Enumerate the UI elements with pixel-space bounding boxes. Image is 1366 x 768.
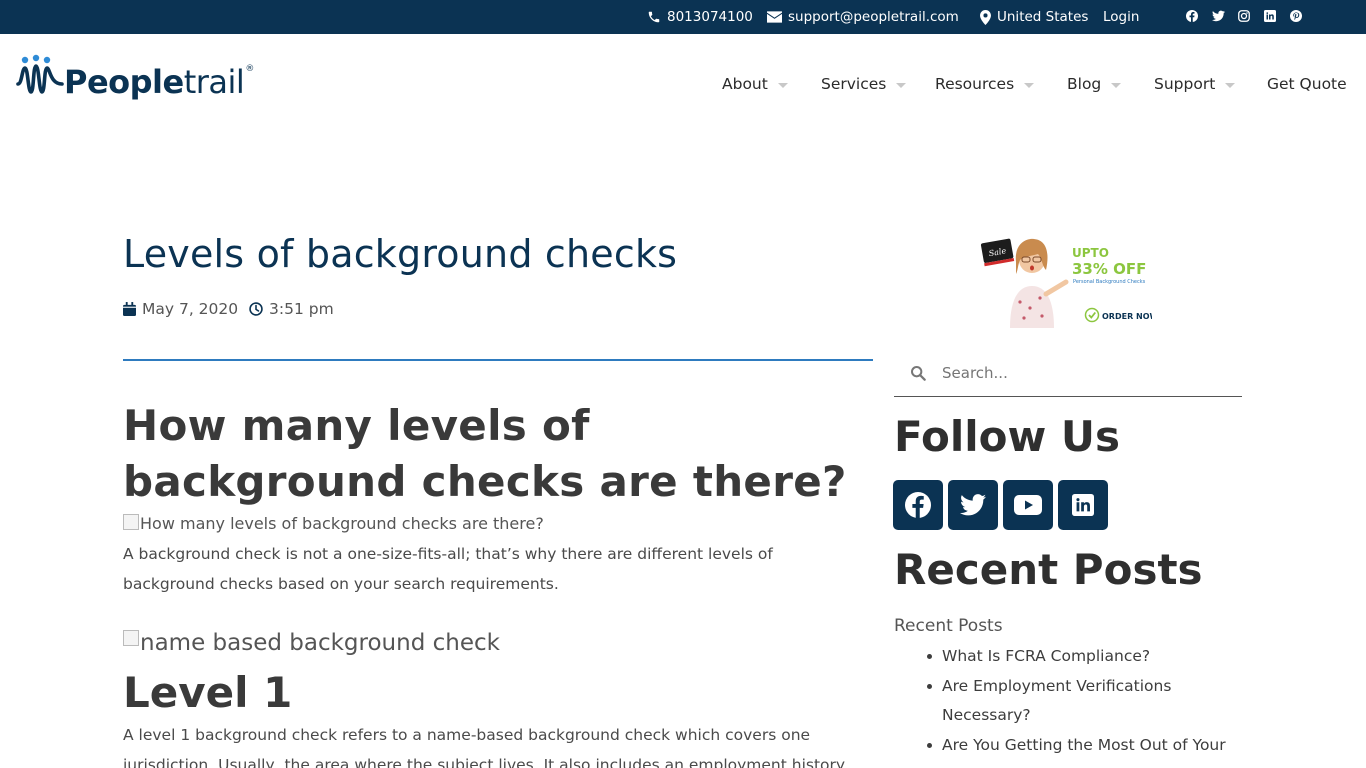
image-alt-text: How many levels of background checks are… — [140, 514, 544, 533]
map-pin-icon — [980, 9, 991, 25]
search-icon[interactable] — [910, 365, 926, 381]
login-link[interactable]: Login — [1103, 9, 1139, 25]
location-link[interactable]: United States — [980, 9, 1088, 25]
level-1-heading: Level 1 — [123, 668, 293, 717]
linkedin-button[interactable] — [1058, 480, 1108, 530]
chevron-down-icon — [1225, 82, 1236, 88]
recent-posts-heading: Recent Posts — [894, 545, 1203, 594]
broken-image-icon — [123, 630, 139, 646]
broken-image-name-based: name based background check — [123, 630, 500, 656]
email-address: support@peopletrail.com — [788, 9, 959, 25]
nav-services[interactable]: Services — [821, 75, 907, 93]
promo-graphic: Sale UPTO 33% OFF Personal Background Ch… — [980, 238, 1159, 328]
linkedin-icon — [1072, 494, 1094, 516]
twitter-button[interactable] — [948, 480, 998, 530]
recent-posts-subtitle: Recent Posts — [894, 616, 1003, 636]
recent-post-link[interactable]: Are Employment Verifications Necessary? — [918, 672, 1248, 731]
sidebar-search — [894, 350, 1242, 397]
linkedin-icon[interactable] — [1264, 10, 1277, 23]
level-1-paragraph: A level 1 background check refers to a n… — [123, 726, 846, 768]
search-input[interactable] — [942, 364, 1222, 382]
facebook-icon — [905, 492, 931, 518]
nav-about[interactable]: About — [722, 75, 788, 93]
phone-icon — [648, 11, 660, 23]
login-label: Login — [1103, 9, 1140, 25]
post-title: Levels of background checks — [123, 232, 678, 276]
facebook-button[interactable] — [893, 480, 943, 530]
top-social-icons — [1186, 10, 1303, 23]
nav-get-quote-label: Get Quote — [1267, 75, 1347, 93]
promo-subtitle: Personal Background Checks — [1073, 279, 1146, 285]
chevron-down-icon — [896, 82, 907, 88]
facebook-icon[interactable] — [1186, 10, 1199, 23]
nav-resources-label: Resources — [935, 75, 1015, 93]
broken-image-icon — [123, 514, 139, 530]
nav-blog[interactable]: Blog — [1067, 75, 1122, 93]
recent-posts-list: What Is FCRA Compliance? Are Employment … — [918, 642, 1248, 760]
youtube-icon — [1014, 495, 1042, 515]
post-date-label: May 7, 2020 — [142, 300, 239, 318]
phone-link[interactable]: 8013074100 — [647, 9, 753, 25]
post-time-label: 3:51 pm — [269, 300, 334, 318]
youtube-button[interactable] — [1003, 480, 1053, 530]
promo-discount: 33% OFF — [1072, 260, 1146, 278]
nav-blog-label: Blog — [1067, 75, 1102, 93]
recent-post-link[interactable]: What Is FCRA Compliance? — [918, 642, 1248, 672]
brand-name-bold: People — [64, 63, 184, 101]
promo-banner[interactable]: Sale UPTO 33% OFF Personal Background Ch… — [980, 236, 1159, 328]
title-divider — [123, 359, 873, 361]
phone-number: 8013074100 — [667, 9, 753, 25]
nav-support-label: Support — [1154, 75, 1216, 93]
twitter-icon — [960, 494, 986, 516]
pinterest-icon[interactable] — [1290, 10, 1303, 23]
chevron-down-icon — [1024, 82, 1035, 88]
chevron-down-icon — [777, 82, 788, 88]
brand-logo[interactable]: People trail ® — [16, 54, 254, 98]
nav-resources[interactable]: Resources — [935, 75, 1035, 93]
top-bar: 8013074100 support@peopletrail.com Unite… — [0, 0, 1366, 34]
chevron-down-icon — [1111, 82, 1122, 88]
nav-about-label: About — [722, 75, 768, 93]
clock-icon — [249, 302, 263, 316]
nav-support[interactable]: Support — [1154, 75, 1236, 93]
follow-us-heading: Follow Us — [894, 412, 1121, 461]
registered-mark: ® — [245, 64, 255, 74]
follow-social-buttons — [893, 480, 1108, 530]
calendar-icon — [123, 302, 136, 316]
post-time: 3:51 pm — [249, 300, 334, 318]
nav-services-label: Services — [821, 75, 887, 93]
twitter-icon[interactable] — [1212, 10, 1225, 23]
instagram-icon[interactable] — [1238, 10, 1251, 23]
envelope-icon — [767, 11, 782, 23]
post-date[interactable]: May 7, 2020 — [123, 300, 238, 318]
section-heading: How many levels of background checks are… — [123, 401, 847, 506]
intro-paragraph: A background check is not a one-size-fit… — [123, 545, 773, 593]
email-link[interactable]: support@peopletrail.com — [767, 9, 959, 25]
people-logo-icon — [16, 54, 64, 94]
nav-get-quote[interactable]: Get Quote — [1267, 75, 1347, 93]
broken-image-levels: How many levels of background checks are… — [123, 514, 544, 533]
location-label: United States — [997, 9, 1089, 25]
recent-post-link[interactable]: Are You Getting the Most Out of Your — [918, 731, 1248, 761]
brand-name-light: trail — [183, 63, 245, 101]
image-alt-text: name based background check — [140, 630, 500, 656]
promo-cta: ORDER NOW — [1102, 312, 1152, 321]
promo-upto: UPTO — [1072, 246, 1109, 260]
